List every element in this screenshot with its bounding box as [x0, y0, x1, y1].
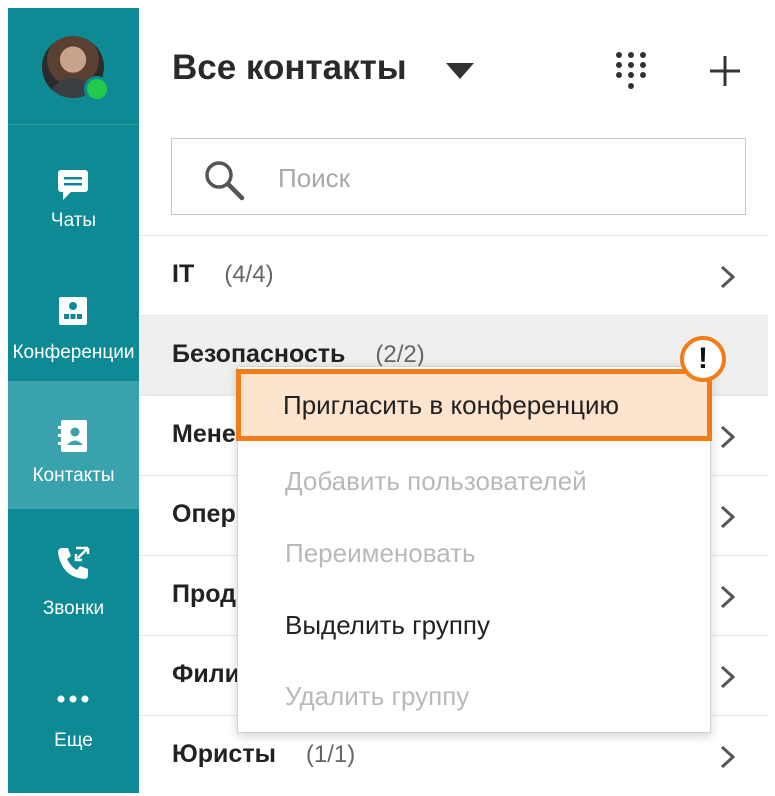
search-input[interactable] — [276, 159, 720, 197]
app-window: Чаты Конференции Контакты Звонки Еще Все… — [8, 8, 768, 793]
sidebar-item-label: Конференции — [12, 342, 135, 363]
group-name: Прод — [172, 580, 237, 608]
chevron-right-icon — [720, 265, 736, 289]
more-icon — [57, 695, 89, 703]
chevron-right-icon — [720, 665, 736, 689]
menu-item-select-group[interactable]: Выделить группу — [238, 589, 710, 661]
group-name: Безопасность — [172, 340, 346, 368]
plus-icon[interactable] — [708, 54, 742, 88]
group-name: Мене — [172, 420, 236, 448]
group-name: Фили — [172, 660, 240, 688]
chevron-right-icon — [720, 425, 736, 449]
page-title[interactable]: Все контакты — [172, 48, 407, 88]
menu-item-delete-group: Удалить группу — [285, 681, 470, 711]
profile-area — [8, 8, 139, 125]
chat-icon — [58, 170, 88, 200]
group-count: (4/4) — [224, 261, 274, 288]
group-name: Опер — [172, 500, 236, 528]
sidebar-item-conferences[interactable]: Конференции — [8, 260, 139, 388]
online-status-dot — [84, 76, 110, 102]
calls-icon — [58, 546, 90, 579]
contacts-icon — [58, 420, 87, 452]
menu-item-invite-to-conference[interactable]: Пригласить в конференцию — [236, 369, 712, 441]
search-box — [171, 138, 746, 215]
chevron-right-icon — [720, 505, 736, 529]
group-row-it[interactable]: IT (4/4) — [139, 235, 768, 315]
menu-item-add-users: Добавить пользователей — [285, 466, 587, 496]
sidebar-item-label: Звонки — [42, 598, 105, 619]
chevron-down-icon[interactable] — [446, 63, 474, 79]
search-icon — [205, 161, 245, 201]
alert-badge: ! — [680, 336, 726, 382]
group-count: (2/2) — [375, 341, 425, 368]
sidebar-item-calls[interactable]: Звонки — [8, 512, 139, 640]
sidebar-item-label: Еще — [54, 730, 93, 751]
group-name: Юристы — [172, 740, 276, 768]
chevron-right-icon — [720, 745, 736, 769]
menu-item-rename: Переименовать — [285, 538, 476, 568]
conference-icon — [59, 297, 87, 325]
sidebar: Чаты Конференции Контакты Звонки Еще — [8, 8, 139, 793]
group-context-menu: Пригласить в конференцию Добавить пользо… — [236, 366, 712, 733]
group-name: IT — [172, 260, 195, 288]
sidebar-item-chats[interactable]: Чаты — [8, 132, 139, 260]
sidebar-item-label: Контакты — [32, 465, 115, 486]
chevron-right-icon — [720, 585, 736, 609]
sidebar-item-more[interactable]: Еще — [8, 644, 139, 772]
sidebar-item-contacts[interactable]: Контакты — [8, 381, 139, 509]
sidebar-item-label: Чаты — [50, 210, 97, 231]
group-count: (1/1) — [305, 741, 356, 768]
dialpad-icon[interactable] — [614, 50, 648, 92]
